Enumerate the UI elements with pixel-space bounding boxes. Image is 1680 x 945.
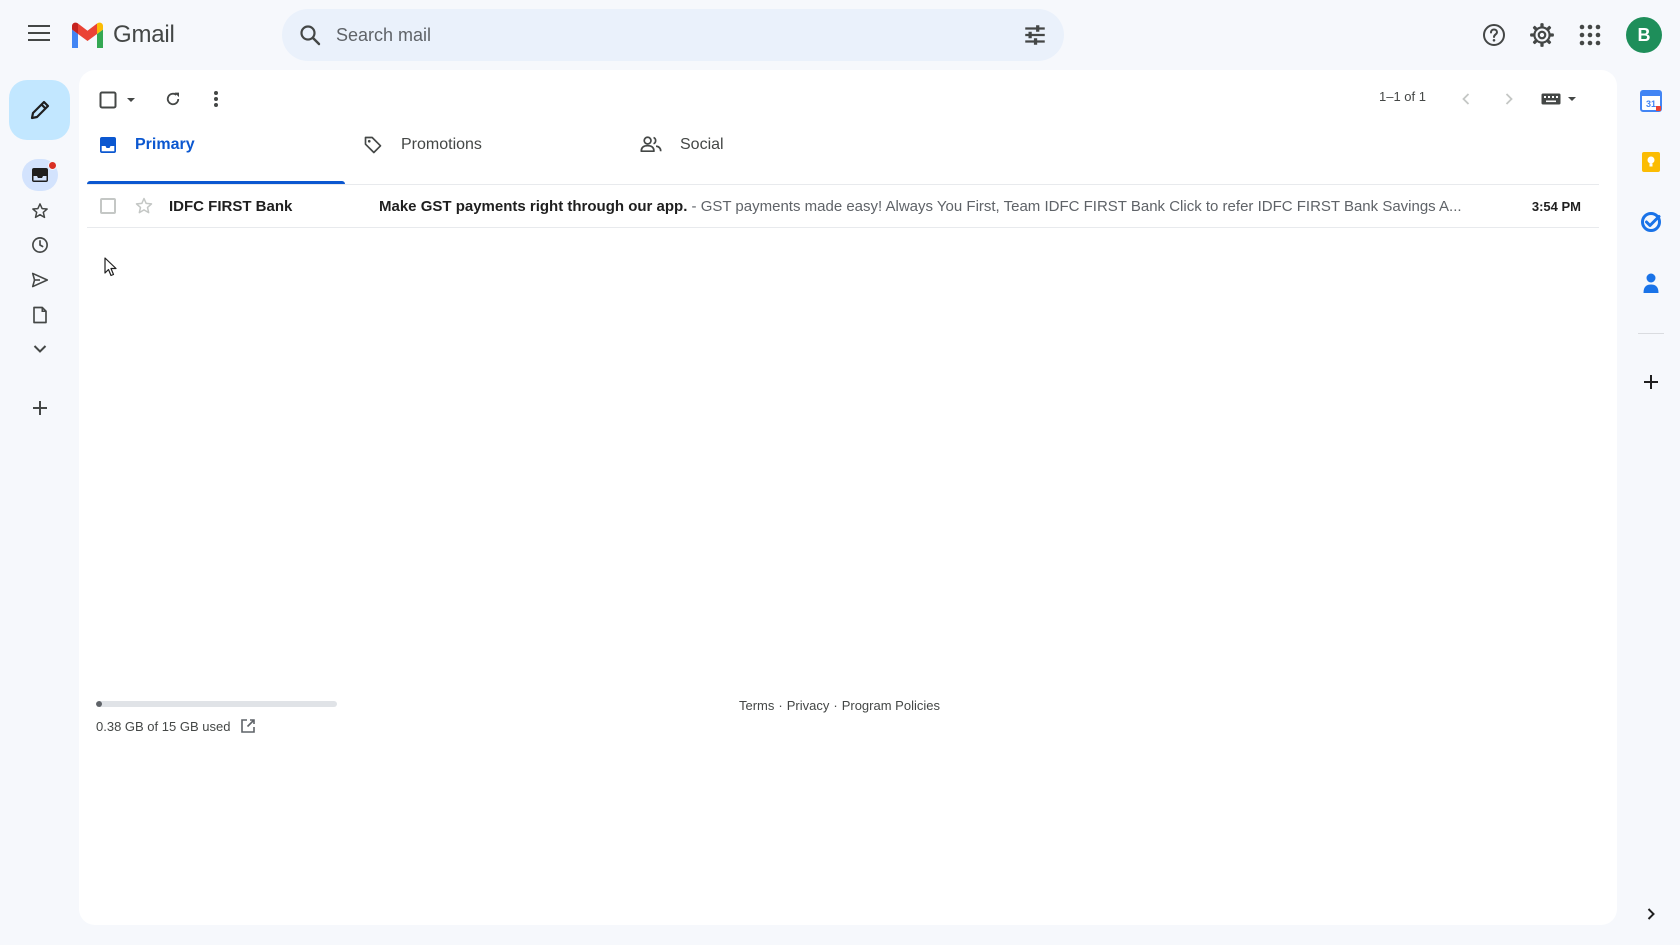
footer-links: Terms · Privacy · Program Policies [739, 698, 940, 713]
pencil-icon [30, 100, 49, 120]
caret-down-icon [127, 98, 135, 102]
side-panel-divider [1638, 333, 1664, 334]
nav-starred[interactable] [22, 195, 58, 227]
search-input[interactable] [336, 24, 1014, 46]
nav-sent[interactable] [22, 264, 58, 296]
unread-badge [48, 161, 57, 170]
draft-icon [33, 306, 47, 324]
pagination-count: 1–1 of 1 [1379, 89, 1426, 104]
search-bar[interactable] [282, 9, 1064, 61]
tab-label: Primary [135, 136, 195, 153]
hamburger-menu-icon [28, 25, 50, 41]
tab-label: Social [680, 136, 724, 153]
tag-icon [364, 136, 382, 154]
footer-separator: · [778, 698, 783, 713]
tasks-icon [1641, 212, 1661, 232]
main-menu-button[interactable] [24, 18, 54, 48]
storage-info: 0.38 GB of 15 GB used [96, 718, 256, 734]
tune-icon[interactable] [1022, 22, 1048, 48]
calendar-icon: 31 [1640, 90, 1662, 112]
support-button[interactable] [1479, 20, 1509, 50]
older-button[interactable] [1497, 87, 1521, 111]
chevron-left-icon [1462, 93, 1470, 105]
more-vertical-icon [214, 91, 218, 107]
send-icon [31, 272, 49, 288]
keep-app-button[interactable] [1634, 145, 1668, 179]
program-policies-link[interactable]: Program Policies [842, 698, 940, 713]
nav-snoozed[interactable] [22, 229, 58, 261]
email-separator: - [687, 197, 701, 215]
nav-drafts[interactable] [22, 299, 58, 331]
account-avatar[interactable]: B [1626, 17, 1662, 53]
nav-inbox[interactable] [22, 159, 58, 191]
gmail-wordmark: Gmail [113, 21, 175, 48]
tab-social[interactable]: Social [640, 120, 898, 184]
chevron-down-icon [33, 345, 47, 353]
terms-link[interactable]: Terms [739, 698, 774, 713]
caret-down-icon [1568, 97, 1576, 101]
footer-separator: · [833, 698, 838, 713]
tab-primary[interactable]: Primary [87, 120, 345, 184]
keep-icon [1642, 152, 1660, 172]
chevron-right-icon [1647, 908, 1655, 920]
privacy-link[interactable]: Privacy [787, 698, 830, 713]
clock-icon [32, 237, 48, 253]
inbox-icon [32, 168, 48, 182]
tab-label: Promotions [401, 136, 482, 153]
people-icon [640, 136, 662, 153]
chevron-right-icon [1505, 93, 1513, 105]
plus-icon [33, 401, 47, 415]
contacts-icon [1643, 273, 1659, 293]
google-apps-button[interactable] [1575, 20, 1605, 50]
show-side-panel-button[interactable] [1634, 897, 1668, 931]
contacts-app-button[interactable] [1634, 266, 1668, 300]
email-preview: Make GST payments right through our app.… [379, 198, 1569, 215]
calendar-app-button[interactable]: 31 [1634, 84, 1668, 118]
help-icon [1483, 24, 1505, 46]
storage-usage: 0.38 GB of 15 GB used [96, 718, 231, 734]
email-snippet: GST payments made easy! Always You First… [700, 197, 1462, 215]
checkbox-icon [99, 91, 117, 109]
plus-icon [1644, 375, 1658, 389]
storage-meter-fill [96, 701, 103, 707]
tab-promotions[interactable]: Promotions [363, 120, 621, 184]
input-tools-button[interactable] [1537, 87, 1581, 111]
newer-button[interactable] [1454, 87, 1478, 111]
mouse-cursor-icon [104, 257, 117, 277]
gmail-m-icon [72, 22, 103, 48]
inbox-icon [100, 137, 116, 153]
email-subject: Make GST payments right through our app. [379, 197, 688, 215]
svg-text:31: 31 [1646, 99, 1656, 109]
select-all-dropdown[interactable] [96, 88, 140, 112]
main-panel: 1–1 of 1 Primary Promotions Social IDFC … [79, 70, 1617, 925]
category-tabs: Primary Promotions Social [87, 120, 1599, 184]
row-checkbox[interactable] [100, 198, 116, 214]
open-in-new-icon[interactable] [240, 718, 256, 734]
create-label-button[interactable] [22, 392, 58, 424]
email-time: 3:54 PM [1531, 198, 1581, 214]
tasks-app-button[interactable] [1634, 205, 1668, 239]
star-icon [32, 203, 48, 219]
email-sender: IDFC FIRST Bank [169, 197, 293, 215]
get-addons-button[interactable] [1634, 365, 1668, 399]
keyboard-icon [1541, 93, 1561, 105]
compose-button[interactable] [9, 80, 70, 140]
settings-button[interactable] [1527, 20, 1557, 50]
refresh-icon [166, 92, 180, 106]
gmail-logo[interactable]: Gmail [70, 18, 175, 52]
gear-icon [1530, 23, 1554, 47]
more-options-button[interactable] [204, 87, 228, 111]
apps-grid-icon [1579, 24, 1601, 46]
refresh-button[interactable] [161, 87, 185, 111]
search-icon[interactable] [298, 23, 322, 47]
email-row[interactable]: IDFC FIRST Bank Make GST payments right … [87, 185, 1599, 228]
nav-more[interactable] [22, 333, 58, 365]
storage-meter [96, 701, 337, 707]
star-icon[interactable] [134, 196, 154, 216]
